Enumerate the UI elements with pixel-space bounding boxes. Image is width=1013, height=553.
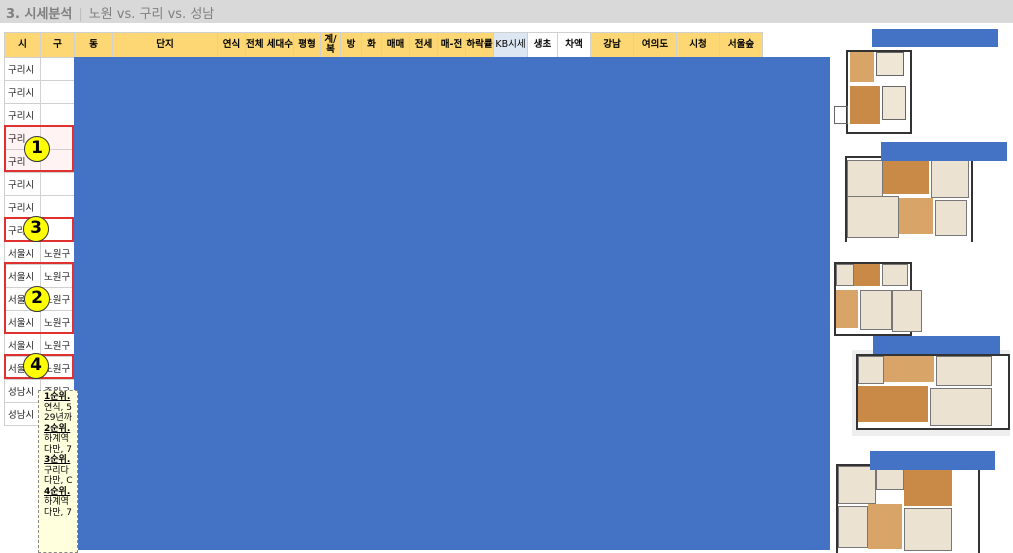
table-cell: 구리시 bbox=[4, 172, 41, 196]
title-number: 3. 시세분석 bbox=[6, 7, 73, 22]
column-header: 매-전 bbox=[437, 32, 467, 58]
note-line: 다만, C bbox=[44, 476, 73, 486]
note-heading: 3순위. bbox=[44, 455, 71, 465]
floor-plan-label-cover-2 bbox=[881, 142, 1007, 161]
column-header: 계/복 bbox=[320, 32, 342, 58]
title-bar: 3. 시세분석 | 노원 vs. 구리 vs. 성남 bbox=[0, 0, 1013, 23]
redaction-block bbox=[74, 57, 830, 550]
column-header: 연식 bbox=[217, 32, 246, 58]
note-line: 연식, 5 bbox=[44, 402, 73, 413]
floor-plan-image-3 bbox=[832, 260, 922, 348]
floor-plan-image-2 bbox=[835, 150, 973, 242]
column-header: KB시세 bbox=[493, 32, 529, 58]
title-separator: | bbox=[78, 7, 83, 22]
note-line: 하계역 bbox=[44, 497, 69, 507]
table-cell: 구리시 bbox=[4, 103, 41, 127]
column-header: 여의도 bbox=[633, 32, 678, 58]
table-cell: 구리시 bbox=[4, 57, 41, 81]
ranking-note: 1순위. 연식, 5 29년까 2순위. 하계역 다만, 7 3순위. 구리다 … bbox=[38, 390, 78, 553]
floor-plan-image-5 bbox=[832, 460, 982, 553]
floor-plan-label-cover-4 bbox=[873, 336, 1000, 354]
column-header: 동 bbox=[74, 32, 113, 58]
column-header: 하락률 bbox=[465, 32, 495, 58]
rank-badge-1: 1 bbox=[24, 136, 50, 162]
floor-plan-label-cover-1 bbox=[872, 29, 998, 47]
floor-plan-image-4 bbox=[852, 350, 1010, 436]
column-header: 시 bbox=[4, 32, 41, 58]
column-header: 전세 bbox=[409, 32, 439, 58]
note-heading: 1순위. bbox=[44, 392, 71, 402]
column-header: 구 bbox=[40, 32, 75, 58]
column-header: 화 bbox=[361, 32, 383, 58]
table-cell bbox=[40, 172, 75, 196]
title-subtitle: 노원 vs. 구리 vs. 성남 bbox=[88, 7, 215, 22]
table-cell bbox=[40, 80, 75, 104]
table-header: 시 구 동 단지 연식 전체 세대수 평형 계/복 방 화 매매 전세 매-전 하락률 KB시세 생초 차액 강남… bbox=[4, 32, 764, 58]
note-line: 29년까 bbox=[44, 413, 73, 423]
column-header: 방 bbox=[340, 32, 363, 58]
column-header: 전체 세대수 bbox=[244, 32, 295, 58]
column-header: 단지 bbox=[112, 32, 218, 58]
rank-badge-4: 4 bbox=[23, 353, 49, 379]
column-header: 차액 bbox=[557, 32, 592, 58]
rank-badge-3: 3 bbox=[23, 216, 49, 242]
table-cell: 구리시 bbox=[4, 80, 41, 104]
column-header: 매매 bbox=[381, 32, 411, 58]
column-header: 시청 bbox=[676, 32, 721, 58]
note-line: 다만, 7 bbox=[44, 507, 73, 518]
rank-badge-2: 2 bbox=[24, 286, 50, 312]
column-header: 평형 bbox=[293, 32, 322, 58]
floor-plan-image-1 bbox=[832, 40, 924, 140]
table-cell: 성남시 bbox=[4, 379, 41, 403]
note-heading: 4순위. bbox=[44, 486, 71, 497]
table-cell bbox=[40, 195, 75, 219]
floor-plan-label-cover-5 bbox=[870, 451, 995, 470]
table-cell bbox=[40, 57, 75, 81]
column-header: 생초 bbox=[527, 32, 559, 58]
note-line: 하계역 bbox=[44, 434, 69, 444]
note-line: 다만, 7 bbox=[44, 444, 73, 455]
note-line: 구리다 bbox=[44, 465, 69, 476]
note-heading: 2순위. bbox=[44, 423, 71, 434]
table-cell bbox=[40, 103, 75, 127]
table-cell: 성남시 bbox=[4, 402, 41, 426]
slide-title: 3. 시세분석 | 노원 vs. 구리 vs. 성남 bbox=[6, 3, 214, 22]
column-header: 강남 bbox=[590, 32, 635, 58]
column-header: 서울숲 bbox=[719, 32, 764, 58]
